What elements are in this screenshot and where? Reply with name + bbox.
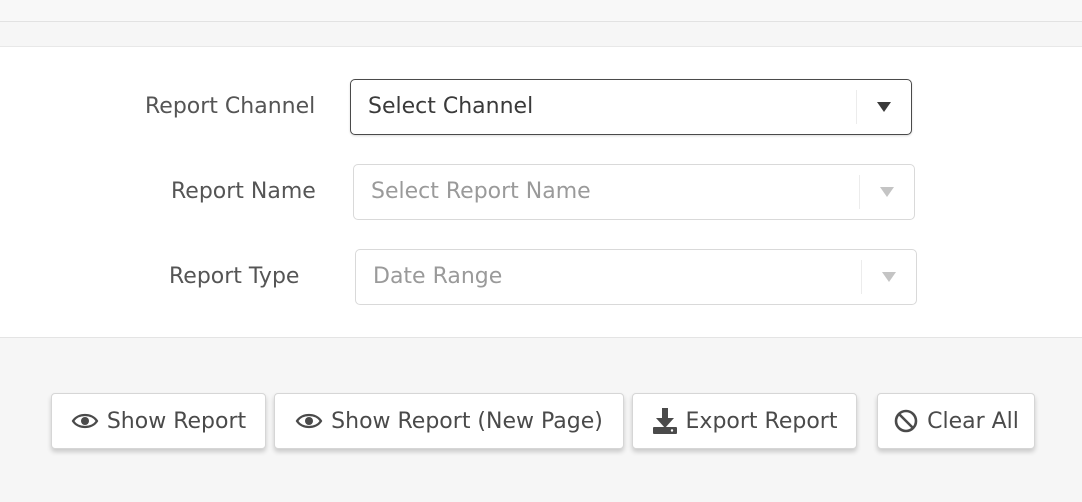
report-name-label: Report Name xyxy=(171,179,316,204)
report-channel-row: Report Channel Select Channel xyxy=(0,79,1082,135)
chevron-down-icon[interactable] xyxy=(882,272,896,282)
top-strip xyxy=(0,0,1082,22)
report-type-label: Report Type xyxy=(169,264,300,289)
show-report-new-page-button[interactable]: Show Report (New Page) xyxy=(274,393,624,449)
chevron-down-icon[interactable] xyxy=(877,102,891,112)
show-report-label: Show Report xyxy=(106,408,247,434)
show-report-new-page-label: Show Report (New Page) xyxy=(331,408,603,434)
report-channel-select[interactable]: Select Channel xyxy=(350,79,912,135)
show-report-button[interactable]: Show Report xyxy=(51,393,266,449)
report-name-row: Report Name Select Report Name xyxy=(0,164,1082,220)
report-channel-label: Report Channel xyxy=(145,94,316,119)
clear-all-label: Clear All xyxy=(927,408,1019,434)
eye-icon xyxy=(295,412,323,430)
eye-icon xyxy=(71,412,99,430)
select-divider xyxy=(861,260,862,294)
report-channel-value: Select Channel xyxy=(368,94,534,119)
report-name-select[interactable]: Select Report Name xyxy=(353,164,915,220)
report-type-select[interactable]: Date Range xyxy=(355,249,917,305)
select-divider xyxy=(856,90,857,124)
clear-all-button[interactable]: Clear All xyxy=(877,393,1035,449)
export-report-button[interactable]: Export Report xyxy=(632,393,857,449)
ban-icon xyxy=(893,408,919,434)
export-report-label: Export Report xyxy=(685,408,838,434)
chevron-down-icon[interactable] xyxy=(880,187,894,197)
report-filter-panel: Report Channel Select Channel Report Nam… xyxy=(0,46,1082,338)
download-icon xyxy=(652,407,678,435)
report-name-placeholder: Select Report Name xyxy=(371,179,591,204)
report-type-row: Report Type Date Range xyxy=(0,249,1082,305)
report-type-value: Date Range xyxy=(373,264,503,289)
select-divider xyxy=(859,175,860,209)
